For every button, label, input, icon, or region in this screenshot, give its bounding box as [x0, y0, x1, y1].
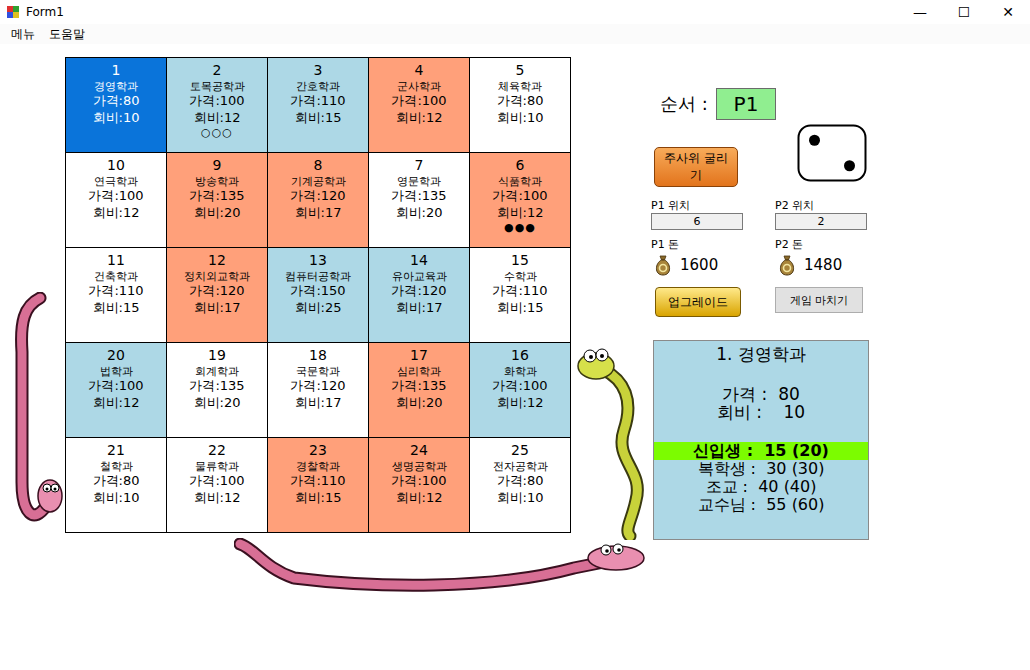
- window-control[interactable]: ☐: [942, 0, 986, 24]
- side-panel: 순서 : P1 주사위 굴리기 P1 위치 6 P1 돈 1600P2 위치 2…: [651, 57, 871, 540]
- end-game-button[interactable]: 게임 마치기: [775, 287, 863, 313]
- player-tokens: ○○○: [201, 126, 233, 140]
- position-field: 6: [651, 213, 743, 230]
- board-cell[interactable]: 6 식품학과 가격:100 회비:12 ●●●: [470, 153, 570, 247]
- position-label: P2 위치: [775, 199, 867, 213]
- board-cell[interactable]: 20 법학과 가격:100 회비:12: [66, 343, 166, 437]
- game-window: Form1 —☐✕ 메뉴도움말 1 경영학과 가격:80 회비:10 2 토목공…: [0, 0, 1030, 670]
- player-tokens: ●●●: [504, 221, 536, 235]
- menu-item[interactable]: 메뉴: [4, 26, 42, 43]
- snake-right-icon: [574, 340, 654, 540]
- position-field: 2: [775, 213, 867, 230]
- board-cell[interactable]: 2 토목공학과 가격:100 회비:12 ○○○: [167, 58, 267, 152]
- board-cell[interactable]: 10 연극학과 가격:100 회비:12: [66, 153, 166, 247]
- board-cell[interactable]: 22 물류학과 가격:100 회비:12: [167, 438, 267, 532]
- board-cell[interactable]: 11 건축학과 가격:110 회비:15: [66, 248, 166, 342]
- board-cell[interactable]: 13 컴퓨터공학과 가격:150 회비:25: [268, 248, 368, 342]
- snake-left-icon: [10, 292, 70, 532]
- window-control[interactable]: ✕: [986, 0, 1030, 24]
- money-value: 1600: [680, 256, 718, 274]
- board-cell[interactable]: 8 기계공학과 가격:120 회비:17: [268, 153, 368, 247]
- info-title: 1. 경영학과: [716, 343, 806, 366]
- board-cell[interactable]: 5 체육학과 가격:80 회비:10: [470, 58, 570, 152]
- menu-item[interactable]: 도움말: [42, 26, 92, 43]
- window-title: Form1: [26, 5, 64, 19]
- game-board: 1 경영학과 가격:80 회비:10 2 토목공학과 가격:100 회비:12 …: [65, 57, 571, 533]
- level-row[interactable]: 신입생 : 15 (20): [654, 442, 868, 460]
- info-panel: 1. 경영학과 가격 : 80 회비 : 10 신입생 : 15 (20)복학생…: [653, 340, 869, 540]
- turn-label: 순서 :: [660, 92, 716, 116]
- menu-bar: 메뉴도움말: [0, 24, 1030, 44]
- app-icon: [6, 5, 20, 19]
- player-status: P1 위치 6 P1 돈 1600: [651, 199, 775, 277]
- board-cell[interactable]: 19 회계학과 가격:135 회비:20: [167, 343, 267, 437]
- board-cell[interactable]: 17 심리학과 가격:135 회비:20: [369, 343, 469, 437]
- board-cell[interactable]: 16 화학과 가격:100 회비:12: [470, 343, 570, 437]
- snake-bottom-icon: [234, 538, 654, 598]
- money-label: P1 돈: [651, 238, 775, 252]
- dice-icon: [797, 124, 867, 182]
- player-status: P2 위치 2 P2 돈 1480: [775, 199, 867, 277]
- upgrade-button[interactable]: 업그레이드: [655, 287, 741, 317]
- money-label: P2 돈: [775, 238, 867, 252]
- money-bag-icon: [651, 253, 675, 277]
- board-cell[interactable]: 18 국문학과 가격:120 회비:17: [268, 343, 368, 437]
- board-cell[interactable]: 1 경영학과 가격:80 회비:10: [66, 58, 166, 152]
- turn-indicator: P1: [716, 88, 776, 120]
- board-cell[interactable]: 12 정치외교학과 가격:120 회비:17: [167, 248, 267, 342]
- level-row[interactable]: 교수님 : 55 (60): [654, 496, 868, 514]
- board-cell[interactable]: 14 유아교육과 가격:120 회비:17: [369, 248, 469, 342]
- board-cell[interactable]: 7 영문학과 가격:135 회비:20: [369, 153, 469, 247]
- level-row[interactable]: 복학생 : 30 (30): [654, 460, 868, 478]
- level-row[interactable]: 조교 : 40 (40): [654, 478, 868, 496]
- window-control[interactable]: —: [898, 0, 942, 24]
- board-cell[interactable]: 23 경찰학과 가격:110 회비:15: [268, 438, 368, 532]
- money-value: 1480: [804, 256, 842, 274]
- title-bar: Form1 —☐✕: [0, 0, 1030, 24]
- money-bag-icon: [775, 253, 799, 277]
- board-cell[interactable]: 15 수학과 가격:110 회비:15: [470, 248, 570, 342]
- info-fee: 회비 : 10: [717, 404, 805, 422]
- position-label: P1 위치: [651, 199, 775, 213]
- board-cell[interactable]: 25 전자공학과 가격:80 회비:10: [470, 438, 570, 532]
- board-cell[interactable]: 21 철학과 가격:80 회비:10: [66, 438, 166, 532]
- board-cell[interactable]: 9 방송학과 가격:135 회비:20: [167, 153, 267, 247]
- board-cell[interactable]: 24 생명공학과 가격:100 회비:12: [369, 438, 469, 532]
- info-price: 가격 : 80: [722, 386, 800, 404]
- roll-dice-button[interactable]: 주사위 굴리기: [654, 147, 738, 187]
- board-cell[interactable]: 3 간호학과 가격:110 회비:15: [268, 58, 368, 152]
- board-cell[interactable]: 4 군사학과 가격:100 회비:12: [369, 58, 469, 152]
